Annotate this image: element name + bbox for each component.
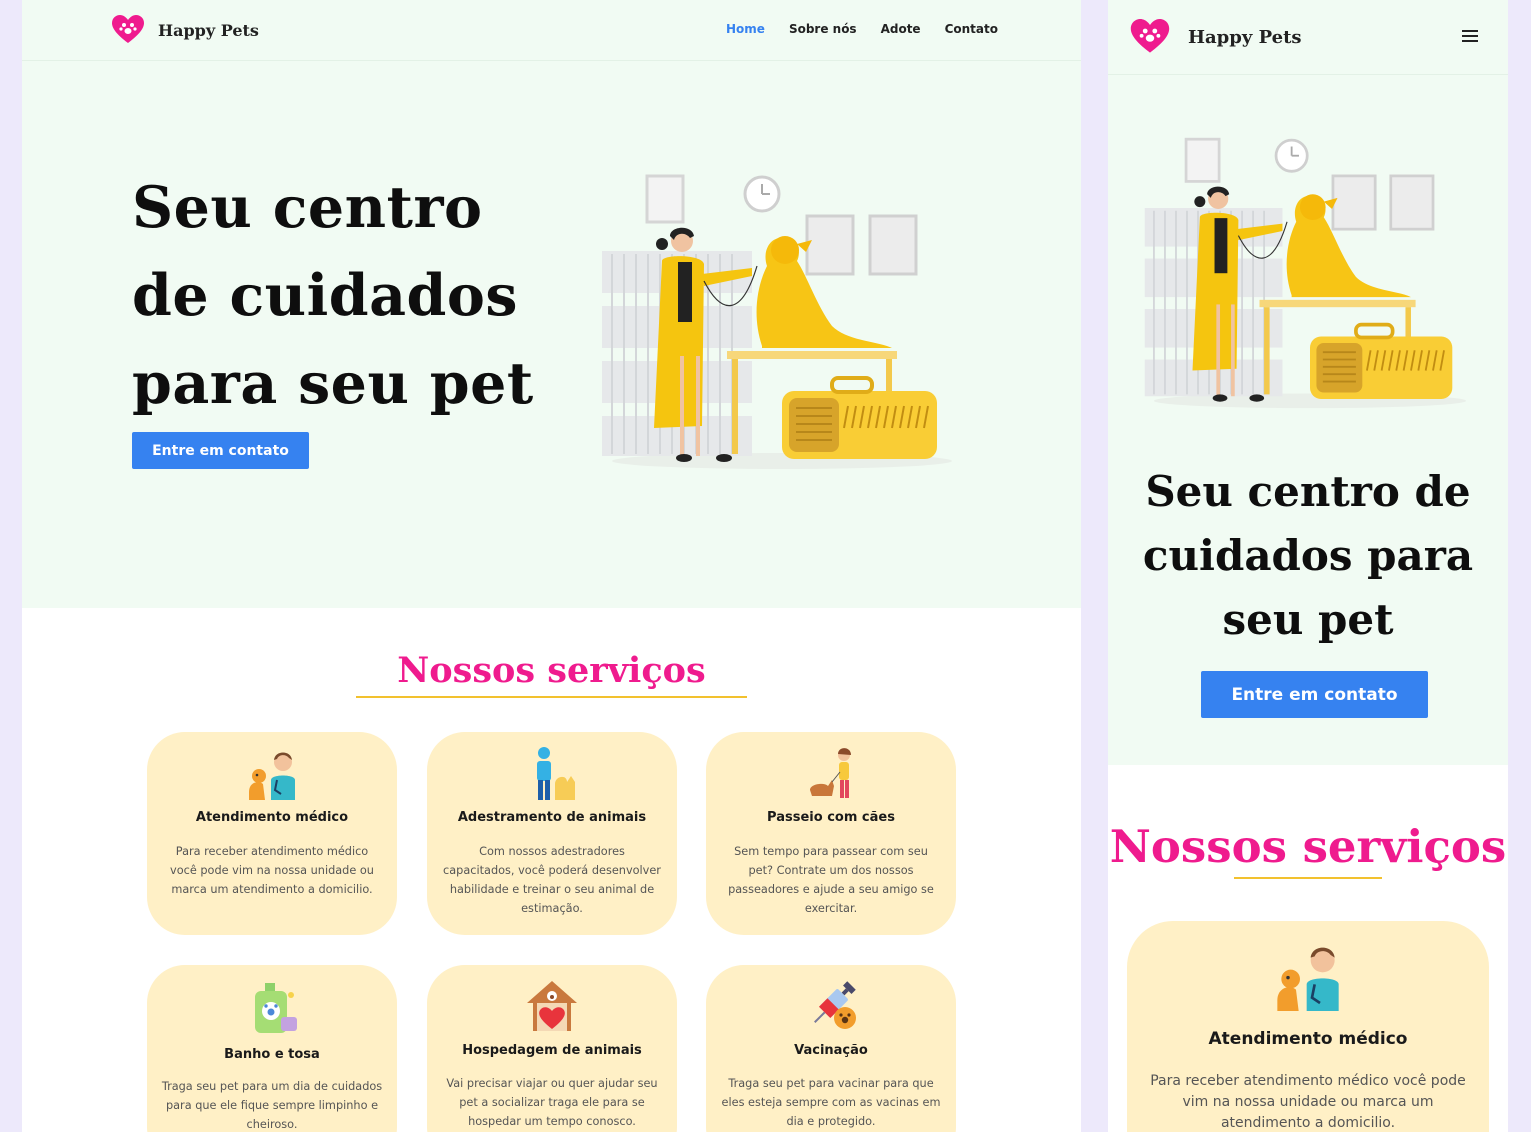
service-card[interactable]: Atendimento médico Para receber atendime… (147, 732, 397, 935)
hero-title: Seu centro de cuidados para seu pet (132, 174, 534, 417)
nav-contato[interactable]: Contato (945, 22, 998, 36)
services-title: Nossos serviços (1109, 820, 1507, 873)
site-header: Happy Pets Home Sobre nós Adote Contato (22, 0, 1081, 61)
service-card[interactable]: Vacinação Traga seu pet para vacinar par… (706, 965, 956, 1132)
card-title: Atendimento médico (1208, 1029, 1408, 1049)
card-text: Com nossos adestradores capacitados, voc… (443, 845, 661, 915)
vet-illustration (602, 174, 952, 469)
paw-heart-icon (1130, 19, 1170, 53)
brand-name: Happy Pets (1188, 26, 1302, 48)
dog-walk-icon (810, 748, 851, 798)
card-title: Vacinação (794, 1043, 868, 1058)
card-text: Para receber atendimento médico você pod… (170, 845, 374, 896)
nav-adote[interactable]: Adote (881, 22, 921, 36)
vet-icon (249, 752, 295, 800)
card-title: Atendimento médico (195, 810, 349, 825)
contact-button[interactable]: Entre em contato (1201, 671, 1428, 718)
card-text: Para receber atendimento médico você pod… (1150, 1073, 1466, 1131)
main-nav: Home Sobre nós Adote Contato (726, 22, 1022, 36)
card-title: Passeio com cães (767, 810, 895, 825)
service-card[interactable]: Atendimento médico Para receber atendime… (1127, 921, 1489, 1132)
mobile-view: Happy Pets Seu centro de cuidados para s… (1108, 0, 1508, 1132)
hero-title: Seu centro de cuidados para seu pet (1142, 467, 1474, 644)
title-underline (356, 696, 747, 698)
card-title: Adestramento de animais (457, 810, 647, 825)
card-text: Vai precisar viajar ou quer ajudar seu p… (446, 1077, 658, 1128)
service-card[interactable]: Hospedagem de animais Vai precisar viaja… (427, 965, 677, 1132)
training-icon (537, 747, 575, 800)
menu-icon[interactable] (1462, 30, 1478, 43)
vaccine-icon (814, 981, 856, 1029)
hero-section: Seu centro de cuidados para seu pet Entr… (22, 61, 1081, 608)
card-text: Traga seu pet para um dia de cuidados pa… (161, 1080, 383, 1131)
brand-logo[interactable]: Happy Pets (1130, 19, 1302, 55)
grooming-icon (255, 983, 297, 1033)
brand-logo[interactable]: Happy Pets (112, 15, 259, 45)
vet-icon (1277, 947, 1339, 1011)
service-card[interactable]: Banho e tosa Traga seu pet para um dia d… (147, 965, 397, 1132)
service-card[interactable]: Adestramento de animais Com nossos adest… (427, 732, 677, 935)
brand-name: Happy Pets (158, 20, 259, 40)
pet-house-icon (527, 981, 577, 1031)
nav-sobre[interactable]: Sobre nós (789, 22, 857, 36)
vet-illustration (1144, 137, 1467, 409)
card-text: Sem tempo para passear com seu pet? Cont… (728, 845, 934, 915)
nav-home[interactable]: Home (726, 22, 765, 36)
paw-heart-icon (112, 15, 144, 43)
title-underline (1234, 877, 1382, 879)
card-title: Banho e tosa (224, 1047, 320, 1062)
contact-button[interactable]: Entre em contato (132, 432, 309, 469)
site-header-mobile: Happy Pets (1108, 0, 1508, 75)
hero-section-mobile: Seu centro de cuidados para seu pet Entr… (1108, 75, 1508, 765)
service-card[interactable]: Passeio com cães Sem tempo para passear … (706, 732, 956, 935)
card-text: Traga seu pet para vacinar para que eles… (721, 1077, 941, 1128)
services-title: Nossos serviços (397, 650, 706, 691)
desktop-view: Happy Pets Home Sobre nós Adote Contato … (22, 0, 1081, 1132)
card-title: Hospedagem de animais (462, 1043, 642, 1058)
